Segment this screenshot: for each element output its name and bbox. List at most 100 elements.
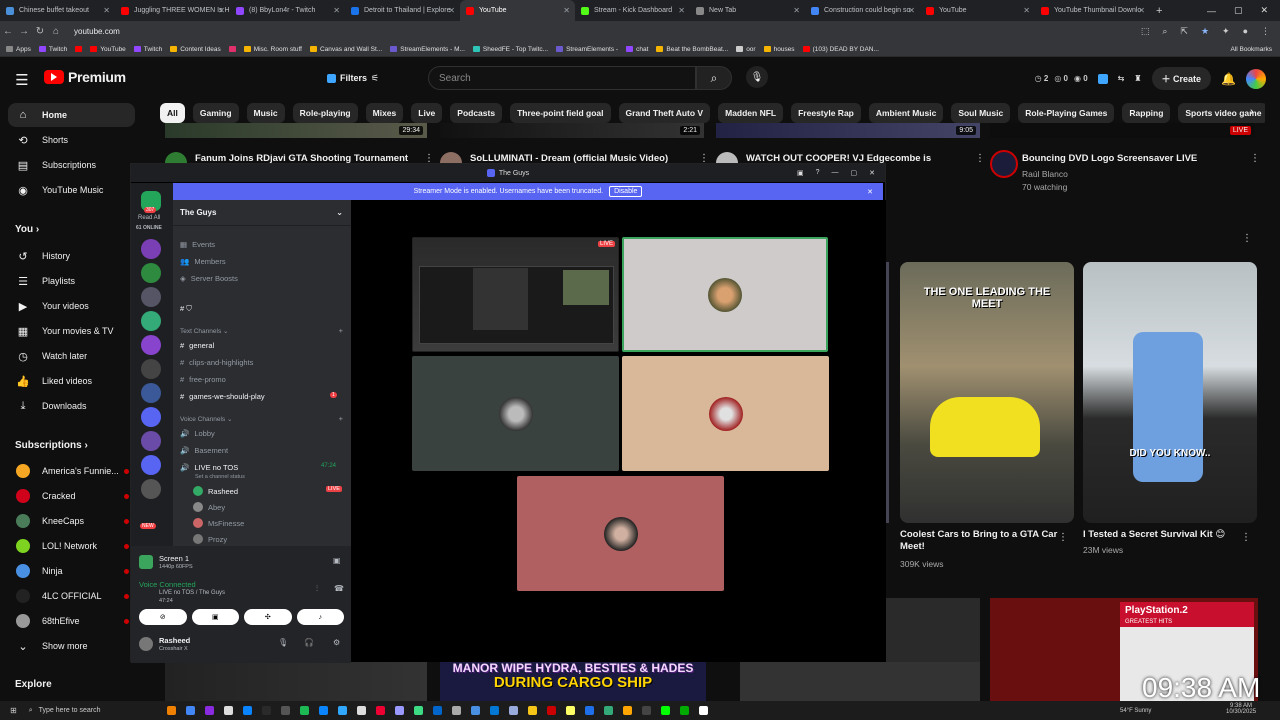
server-icon[interactable] <box>141 287 161 307</box>
search-input[interactable]: Search <box>428 66 696 90</box>
disconnect-icon[interactable]: ☎ <box>334 584 344 593</box>
server-icon[interactable] <box>141 431 161 451</box>
voice-channels-category[interactable]: Voice Channels ⌄ <box>180 415 232 423</box>
sidebar-item-downloads[interactable]: ⤓ Downloads <box>8 394 135 418</box>
search-icon[interactable]: ⌕ <box>696 66 732 90</box>
video-thumbnail[interactable]: 2:21 <box>440 123 704 138</box>
bookmark-item[interactable]: Twitch <box>38 46 67 53</box>
video-thumbnail[interactable]: 9:05 <box>716 123 980 138</box>
short-title[interactable]: Coolest Cars to Bring to a GTA Car Meet! <box>900 529 1060 553</box>
tab-close-icon[interactable]: ✕ <box>1138 6 1145 15</box>
sidebar-item-your-movies-tv[interactable]: ▦ Your movies & TV <box>8 319 135 343</box>
server-icon[interactable] <box>141 455 161 475</box>
channel-name[interactable]: Raúl Blanco <box>1022 168 1068 181</box>
taskbar-app-icon[interactable] <box>660 706 670 715</box>
noise-suppression-icon[interactable]: ⫶ <box>316 584 318 594</box>
bookmark-item[interactable]: oor <box>736 46 756 53</box>
short-thumbnail-partial[interactable] <box>886 262 889 523</box>
back-icon[interactable]: ← <box>0 26 16 37</box>
sidebar-item-watch-later[interactable]: ◷ Watch later <box>8 344 135 368</box>
taskbar-app-icon[interactable] <box>546 706 556 715</box>
server-icon[interactable] <box>141 335 161 355</box>
text-channel[interactable]: # games-we-should-play <box>180 392 265 401</box>
system-clock[interactable]: 9:38 AM 10/30/2025 <box>1226 703 1256 715</box>
tab-close-icon[interactable]: ✕ <box>103 6 110 15</box>
taskbar-app-icon[interactable] <box>413 706 423 715</box>
zoom-icon[interactable]: ⌕ <box>1162 26 1167 37</box>
chrome-menu-icon[interactable]: ⋮ <box>1261 26 1270 37</box>
shorts-more-icon[interactable]: ⋮ <box>1242 233 1252 244</box>
headphones-icon[interactable]: 🎧 <box>304 638 314 647</box>
taskbar-app-icon[interactable] <box>204 706 214 715</box>
taskbar-app-icon[interactable] <box>679 706 689 715</box>
user-settings-gear-icon[interactable]: ⚙ <box>333 638 340 647</box>
taskbar-app-icon[interactable] <box>603 706 613 715</box>
chip-gaming[interactable]: Gaming <box>192 103 239 123</box>
show-more-button[interactable]: ⌄ Show more <box>8 634 135 658</box>
voice-path[interactable]: LIVE no TOS / The Guys <box>159 590 225 596</box>
taskbar-app-icon[interactable] <box>185 706 195 715</box>
taskbar-app-icon[interactable] <box>641 706 651 715</box>
browser-tab[interactable]: YouTube ✕ <box>920 0 1035 21</box>
voice-user[interactable]: MsFinesse <box>193 518 244 528</box>
short-thumbnail[interactable]: THE ONE LEADING THE MEET <box>900 262 1074 523</box>
sidebar-item-home[interactable]: ⌂ Home <box>8 103 135 127</box>
subscription-item[interactable]: 68thEfive <box>8 609 135 633</box>
chip-rapping[interactable]: Rapping <box>1122 103 1171 123</box>
video-thumbnail[interactable]: LIVE <box>990 123 1255 138</box>
bookmark-item[interactable]: Misc. Room stuff <box>243 46 302 53</box>
bookmark-item[interactable]: (103) DEAD BY DAN... <box>802 46 879 53</box>
channel-status[interactable]: Set a channel status <box>195 474 245 480</box>
user-avatar[interactable] <box>139 637 153 651</box>
more-actions-icon[interactable]: ⋮ <box>1241 532 1251 543</box>
chip-ambient-music[interactable]: Ambient Music <box>868 103 944 123</box>
subscriptions-heading[interactable]: Subscriptions › <box>15 440 88 451</box>
server-name[interactable]: The Guys ⌄ <box>173 200 351 226</box>
server-icon[interactable] <box>141 359 161 379</box>
taskbar-app-icon[interactable] <box>242 706 252 715</box>
bookmark-item[interactable] <box>75 46 83 52</box>
bookmark-item[interactable]: Twitch <box>133 46 162 53</box>
minimize-icon[interactable]: — <box>1207 6 1216 16</box>
chip-music[interactable]: Music <box>246 103 285 123</box>
tab-close-icon[interactable]: ✕ <box>1023 6 1030 15</box>
chevron-right-icon[interactable]: › <box>1250 106 1254 118</box>
tab-close-icon[interactable]: ✕ <box>218 6 225 15</box>
video-thumbnail[interactable]: 29:34 <box>165 123 427 138</box>
disable-button[interactable]: Disable <box>609 186 643 197</box>
all-bookmarks[interactable]: All Bookmarks <box>1230 46 1272 53</box>
forward-icon[interactable]: → <box>16 26 32 37</box>
chip-grand-theft-auto-v[interactable]: Grand Theft Auto V <box>618 103 711 123</box>
server-icon[interactable] <box>141 263 161 283</box>
screen-settings-icon[interactable]: ▣ <box>333 556 341 565</box>
chip-madden-nfl[interactable]: Madden NFL <box>718 103 784 123</box>
taskbar-app-icon[interactable] <box>299 706 309 715</box>
reload-icon[interactable]: ↻ <box>32 26 48 37</box>
voice-user[interactable]: Rasheed <box>193 486 238 496</box>
bookmark-star-icon[interactable]: ★ <box>1201 26 1209 37</box>
notifications-bell-icon[interactable]: 🔔 <box>1221 72 1236 86</box>
chip-live[interactable]: Live <box>411 103 443 123</box>
taskbar-app-icon[interactable] <box>261 706 271 715</box>
you-heading[interactable]: You › <box>15 224 39 235</box>
soundboard-icon[interactable]: ♪ <box>296 609 344 625</box>
weather-widget[interactable]: 54°F Sunny <box>1120 708 1151 714</box>
sidebar-item-liked-videos[interactable]: 👍 Liked videos <box>8 369 135 393</box>
video-thumbnail[interactable]: MANOR WIPE HYDRA, BESTIES & HADES DURING… <box>440 662 706 701</box>
participant-tile[interactable] <box>622 237 828 352</box>
server-icon[interactable] <box>141 239 161 259</box>
maximize-icon[interactable]: ▢ <box>1234 5 1243 16</box>
server-icon[interactable] <box>141 479 161 499</box>
avatar[interactable] <box>1246 68 1266 89</box>
taskbar-app-icon[interactable] <box>489 706 499 715</box>
activities-icon[interactable]: ✣ <box>244 609 292 625</box>
browser-tab[interactable]: Stream - Kick Dashboard ✕ <box>575 0 690 21</box>
close-icon[interactable]: ✕ <box>869 169 875 177</box>
server-icon[interactable] <box>141 383 161 403</box>
create-button[interactable]: ＋ Create <box>1151 67 1212 90</box>
filters-button[interactable]: Filters ⚟ <box>319 68 387 88</box>
chip-role-playing[interactable]: Role-playing <box>292 103 358 123</box>
profile-icon[interactable]: ● <box>1243 26 1248 37</box>
browser-tab[interactable]: Construction could begin so ✕ <box>805 0 920 21</box>
bookmark-item[interactable]: SheedFE - Top Twitc... <box>472 46 548 53</box>
